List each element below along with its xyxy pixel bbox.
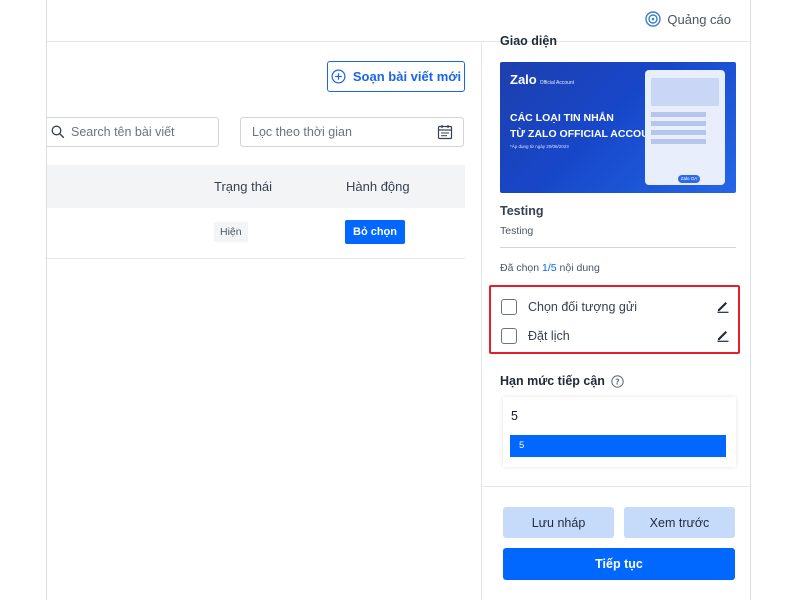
banner-logo: Zalo Official Account bbox=[510, 72, 575, 87]
column-header-status: Trạng thái bbox=[214, 179, 273, 194]
option-label: Đặt lịch bbox=[528, 329, 570, 343]
plus-circle-icon bbox=[331, 69, 346, 84]
option-label: Chọn đối tượng gửi bbox=[528, 300, 638, 314]
search-input[interactable] bbox=[71, 125, 211, 139]
post-title: Testing bbox=[500, 204, 544, 218]
outer-background-right bbox=[751, 0, 800, 600]
compose-post-label: Soạn bài viết mới bbox=[352, 69, 462, 84]
outer-background-left bbox=[0, 0, 46, 600]
options-highlight-box: Chọn đối tượng gửi Đặt lịch bbox=[489, 285, 740, 354]
pencil-icon[interactable] bbox=[716, 328, 730, 342]
reach-limit-slider[interactable]: 5 bbox=[510, 435, 726, 457]
ads-label: Quảng cáo bbox=[667, 11, 731, 27]
checkbox-schedule[interactable] bbox=[501, 328, 517, 344]
app-window: Quảng cáo Soạn bài viết mới Trạng thái bbox=[46, 0, 751, 600]
status-badge: Hiện bbox=[214, 222, 248, 242]
reach-limit-value: 5 bbox=[511, 409, 518, 423]
date-filter[interactable] bbox=[240, 117, 464, 147]
divider bbox=[500, 247, 736, 248]
post-subtitle: Testing bbox=[500, 225, 534, 237]
settings-panel: Giao diện Zalo Official Account CÁC LOẠI … bbox=[481, 34, 750, 600]
checkbox-choose-recipients[interactable] bbox=[501, 299, 517, 315]
banner-headline-1: CÁC LOẠI TIN NHẮN bbox=[510, 112, 614, 124]
ads-link[interactable]: Quảng cáo bbox=[645, 11, 731, 27]
reach-limit-title: Hạn mức tiếp cận ? bbox=[500, 374, 624, 388]
banner-note: *Áp dụng từ ngày 20/06/2023 bbox=[510, 144, 569, 149]
banner-headline-2: TỪ ZALO OFFICIAL ACCOUNT bbox=[510, 128, 663, 140]
pencil-icon[interactable] bbox=[716, 299, 730, 313]
continue-button[interactable]: Tiếp tục bbox=[503, 548, 735, 580]
help-icon[interactable]: ? bbox=[611, 374, 624, 388]
save-draft-button[interactable]: Lưu nháp bbox=[503, 507, 614, 538]
compose-post-button[interactable]: Soạn bài viết mới bbox=[327, 61, 465, 92]
table-header: Trạng thái Hành động bbox=[47, 165, 465, 208]
section-title-interface: Giao diện bbox=[500, 34, 557, 48]
reach-limit-card: 5 5 bbox=[503, 397, 736, 467]
phone-illustration bbox=[645, 70, 725, 185]
option-schedule[interactable]: Đặt lịch bbox=[501, 327, 570, 345]
reach-limit-bar-label: 5 bbox=[519, 440, 525, 451]
search-icon bbox=[51, 125, 65, 139]
search-box bbox=[47, 117, 219, 147]
selected-count-value: 1/5 bbox=[542, 262, 557, 274]
svg-text:?: ? bbox=[615, 377, 620, 386]
top-bar: Quảng cáo bbox=[47, 0, 750, 42]
date-filter-input[interactable] bbox=[252, 125, 392, 139]
post-thumbnail: Zalo Official Account CÁC LOẠI TIN NHẮN T… bbox=[500, 62, 736, 193]
preview-button[interactable]: Xem trước bbox=[624, 507, 735, 538]
table-row: Hiện Bỏ chọn bbox=[47, 208, 465, 259]
reach-limit-fill bbox=[510, 435, 726, 457]
panel-footer: Lưu nháp Xem trước Tiếp tục bbox=[482, 486, 750, 600]
option-choose-recipients[interactable]: Chọn đối tượng gửi bbox=[501, 298, 637, 316]
calendar-icon[interactable] bbox=[437, 124, 453, 140]
unselect-button[interactable]: Bỏ chọn bbox=[345, 220, 405, 244]
column-header-action: Hành động bbox=[346, 179, 410, 194]
selected-count-text: Đã chọn 1/5 nội dung bbox=[500, 262, 600, 274]
target-icon bbox=[645, 11, 662, 27]
banner-pill: Zalo OA bbox=[678, 175, 700, 183]
